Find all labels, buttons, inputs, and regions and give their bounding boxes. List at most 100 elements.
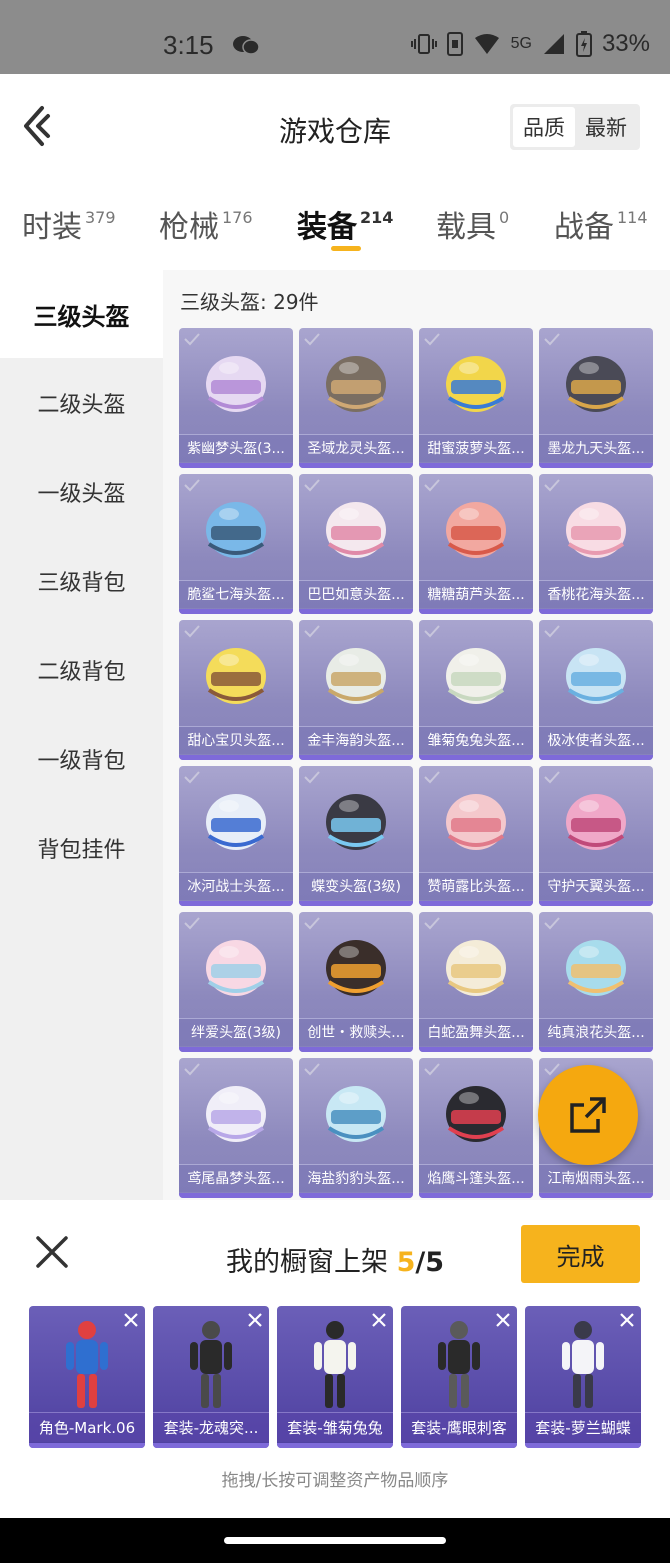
rarity-stripe <box>525 1443 641 1448</box>
header: 游戏仓库 品质 最新 <box>0 74 670 180</box>
item-card[interactable]: 雏菊兔兔头盔... <box>419 620 533 760</box>
item-card[interactable]: 紫幽梦头盔(3... <box>179 328 293 468</box>
rarity-stripe <box>299 901 413 906</box>
share-button[interactable] <box>538 1065 638 1165</box>
showcase-item[interactable]: 套装-雏菊兔兔 <box>277 1306 393 1448</box>
item-card[interactable]: 冰河战士头盔... <box>179 766 293 906</box>
network-type: 5G <box>510 35 532 52</box>
character-figure-icon <box>190 1321 232 1408</box>
nav-item-level3-helmet[interactable]: 三级头盔 <box>0 270 163 358</box>
showcase-item[interactable]: 套装-萝兰蝴蝶 <box>525 1306 641 1448</box>
item-card[interactable]: 脆鲨七海头盔... <box>179 474 293 614</box>
item-card[interactable]: 守护天翼头盔... <box>539 766 653 906</box>
tab-equipment[interactable]: 装备 214 <box>297 202 393 246</box>
item-card[interactable]: 甜蜜菠萝头盔... <box>419 328 533 468</box>
tab-guns[interactable]: 枪械 176 <box>159 202 253 246</box>
helmet-icon <box>206 794 266 850</box>
item-name: 创世・救赎头... <box>299 1018 413 1046</box>
rarity-stripe <box>179 609 293 614</box>
rarity-stripe <box>419 1047 533 1052</box>
share-icon <box>570 1097 606 1133</box>
showcase-item-name: 角色-Mark.06 <box>29 1412 145 1442</box>
item-card[interactable]: 蝶变头盔(3级) <box>299 766 413 906</box>
item-card[interactable]: 圣域龙灵头盔... <box>299 328 413 468</box>
rarity-stripe <box>539 755 653 760</box>
item-name: 赞萌露比头盔... <box>419 872 533 900</box>
content-area: 三级头盔 二级头盔 一级头盔 三级背包 二级背包 一级背包 背包挂件 三级头盔:… <box>0 270 670 1200</box>
item-name: 圣域龙灵头盔... <box>299 434 413 462</box>
item-card[interactable]: 海盐豹豹头盔... <box>299 1058 413 1198</box>
sort-option-newest[interactable]: 最新 <box>575 107 637 147</box>
showcase-item[interactable]: 套装-龙魂突... <box>153 1306 269 1448</box>
helmet-icon <box>206 1086 266 1142</box>
item-card[interactable]: 糖糖葫芦头盔... <box>419 474 533 614</box>
item-name: 绊爱头盔(3级) <box>179 1018 293 1046</box>
item-card[interactable]: 甜心宝贝头盔... <box>179 620 293 760</box>
remove-icon[interactable] <box>617 1310 637 1330</box>
item-card[interactable]: 绊爱头盔(3级) <box>179 912 293 1052</box>
item-card[interactable]: 极冰使者头盔... <box>539 620 653 760</box>
nav-item-level2-helmet[interactable]: 二级头盔 <box>0 359 163 447</box>
item-name: 雏菊兔兔头盔... <box>419 726 533 754</box>
tab-label: 战备 <box>554 210 614 245</box>
helmet-icon <box>326 502 386 558</box>
helmet-icon <box>566 648 626 704</box>
nav-item-level1-backpack[interactable]: 一级背包 <box>0 715 163 803</box>
item-card[interactable]: 创世・救赎头... <box>299 912 413 1052</box>
item-card[interactable]: 金丰海韵头盔... <box>299 620 413 760</box>
battery-icon <box>575 31 592 57</box>
item-name: 蝶变头盔(3级) <box>299 872 413 900</box>
item-name: 极冰使者头盔... <box>539 726 653 754</box>
sim-icon <box>446 32 463 56</box>
system-nav-bar <box>0 1518 670 1563</box>
helmet-icon <box>446 648 506 704</box>
tab-vehicles[interactable]: 载具 0 <box>436 202 509 246</box>
helmet-icon <box>446 940 506 996</box>
item-card[interactable]: 香桃花海头盔... <box>539 474 653 614</box>
home-indicator[interactable] <box>224 1537 446 1544</box>
remove-icon[interactable] <box>245 1310 265 1330</box>
tab-fashion[interactable]: 时装 379 <box>22 202 116 246</box>
showcase-sheet: 我的橱窗上架 5/5 完成 角色-Mark.06 套装-龙魂突... 套装-雏菊兔兔… <box>0 1200 670 1518</box>
sort-option-quality[interactable]: 品质 <box>513 107 575 147</box>
item-card[interactable]: 赞萌露比头盔... <box>419 766 533 906</box>
rarity-stripe <box>299 1047 413 1052</box>
helmet-icon <box>446 1086 506 1142</box>
rarity-stripe <box>179 1047 293 1052</box>
rarity-stripe <box>153 1443 269 1448</box>
remove-icon[interactable] <box>369 1310 389 1330</box>
helmet-icon <box>206 940 266 996</box>
item-name: 守护天翼头盔... <box>539 872 653 900</box>
showcase-item[interactable]: 角色-Mark.06 <box>29 1306 145 1448</box>
tab-count: 379 <box>85 208 116 227</box>
item-card[interactable]: 巴巴如意头盔... <box>299 474 413 614</box>
item-name: 焰鹰斗篷头盔... <box>419 1164 533 1192</box>
item-card[interactable]: 焰鹰斗篷头盔... <box>419 1058 533 1198</box>
signal-icon <box>543 34 564 54</box>
nav-item-level1-helmet[interactable]: 一级头盔 <box>0 448 163 536</box>
item-name: 金丰海韵头盔... <box>299 726 413 754</box>
tab-supplies[interactable]: 战备 114 <box>554 202 648 246</box>
showcase-count-separator: / <box>415 1247 426 1278</box>
item-card[interactable]: 白蛇盈舞头盔... <box>419 912 533 1052</box>
item-name: 糖糖葫芦头盔... <box>419 580 533 608</box>
showcase-item[interactable]: 套装-鹰眼刺客 <box>401 1306 517 1448</box>
helmet-icon <box>446 502 506 558</box>
item-card[interactable]: 纯真浪花头盔... <box>539 912 653 1052</box>
tab-count: 114 <box>617 208 648 227</box>
item-card[interactable]: 墨龙九天头盔... <box>539 328 653 468</box>
item-card[interactable]: 鸢尾晶梦头盔... <box>179 1058 293 1198</box>
nav-item-backpack-charm[interactable]: 背包挂件 <box>0 804 163 892</box>
remove-icon[interactable] <box>121 1310 141 1330</box>
nav-item-level3-backpack[interactable]: 三级背包 <box>0 537 163 625</box>
rarity-stripe <box>299 755 413 760</box>
status-time: 3:15 <box>163 30 214 60</box>
helmet-icon <box>326 1086 386 1142</box>
remove-icon[interactable] <box>493 1310 513 1330</box>
helmet-icon <box>446 794 506 850</box>
tab-label: 时装 <box>22 210 82 245</box>
item-name: 白蛇盈舞头盔... <box>419 1018 533 1046</box>
done-button[interactable]: 完成 <box>521 1225 640 1283</box>
nav-item-level2-backpack[interactable]: 二级背包 <box>0 626 163 714</box>
vibrate-icon <box>410 34 437 54</box>
